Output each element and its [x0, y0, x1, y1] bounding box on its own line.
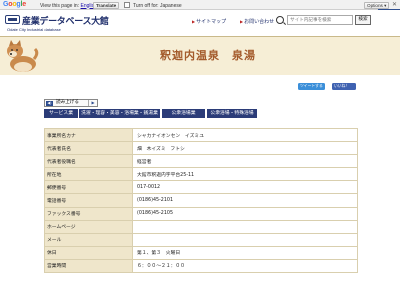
- table-row: 郵便番号 017-0012: [44, 180, 358, 195]
- page-banner: 釈迦内温泉 泉湯: [0, 37, 400, 75]
- speaker-icon: ◀): [46, 101, 53, 106]
- table-row: 電話番号 (0186)45-2101: [44, 193, 358, 208]
- sitemap-label: サイトマップ: [196, 19, 227, 25]
- row-value: 第１、第３ 火曜日: [132, 245, 358, 260]
- row-value[interactable]: [132, 232, 358, 247]
- table-row: メール: [44, 232, 358, 247]
- search-button[interactable]: 検索: [355, 15, 371, 25]
- row-value: 017-0012: [132, 180, 358, 195]
- table-row: 代表者氏名畑 木イズミ フトシ: [44, 141, 358, 156]
- site-logo-subtitle: Odate City Industrial database: [7, 27, 61, 32]
- contact-link[interactable]: ▶お問い合わせ: [240, 18, 274, 25]
- table-row: ファックス番号 (0186)45-2105: [44, 206, 358, 221]
- row-value: 畑 木イズミ フトシ: [132, 141, 358, 156]
- row-label: ファックス番号: [44, 206, 133, 221]
- category-tag[interactable]: 公衆浴場業: [162, 109, 205, 118]
- google-logo: Google: [3, 1, 26, 8]
- row-label: 所在地: [44, 167, 133, 182]
- read-aloud-widget[interactable]: ◀) 読み上げる ▶: [44, 99, 98, 107]
- contact-label: お問い合わせ: [244, 19, 275, 25]
- options-button[interactable]: Options ▾: [364, 1, 390, 9]
- row-label: 休日: [44, 245, 133, 260]
- facebook-like-button[interactable]: いいね！: [332, 83, 356, 90]
- row-label: 事業所名カナ: [44, 127, 133, 143]
- row-value: 経営者: [132, 154, 358, 169]
- search-input[interactable]: [287, 15, 353, 25]
- turn-off-checkbox[interactable]: [124, 1, 130, 8]
- site-header: 産業データベース大館 Odate City Industrial databas…: [0, 10, 400, 37]
- row-value: シャカナイオンセン イズミユ: [132, 127, 358, 143]
- row-label: 代表者役職名: [44, 154, 133, 169]
- row-label: 電話番号: [44, 193, 133, 208]
- row-value: (0186)45-2101: [132, 193, 358, 208]
- table-row: 代表者役職名 経営者: [44, 154, 358, 169]
- table-row: ホームページ: [44, 219, 358, 234]
- row-value[interactable]: [132, 219, 358, 234]
- row-label: 代表者氏名: [44, 141, 133, 156]
- arrow-right-icon: ▶: [192, 19, 196, 24]
- turn-off-label: Turn off for: Japanese: [133, 2, 182, 9]
- table-row: 所在地 大館市釈迦内字平台25-11: [44, 167, 358, 182]
- play-icon[interactable]: ▶: [88, 100, 97, 106]
- business-info-table: 事業所名カナ シャカナイオンセン イズミユ 代表者氏名畑 木イズミ フトシ 代表者…: [44, 127, 358, 274]
- table-row: 営業時間 ６：００～２１：００: [44, 258, 358, 274]
- row-label: メール: [44, 232, 133, 247]
- translate-view-text: View this page in: English ▾: [40, 3, 101, 9]
- category-tag[interactable]: サービス業: [44, 109, 78, 118]
- row-label: ホームページ: [44, 219, 133, 234]
- table-row: 休日 第１、第３ 火曜日: [44, 245, 358, 260]
- sitemap-link[interactable]: ▶サイトマップ: [192, 18, 226, 25]
- search-icon: [276, 16, 284, 24]
- translate-button[interactable]: Translate: [93, 1, 120, 9]
- translate-bar: Google View this page in: English ▾ Tran…: [0, 0, 400, 12]
- table-row: 事業所名カナ シャカナイオンセン イズミユ: [44, 127, 358, 143]
- category-tag[interactable]: 公衆浴場・特殊浴場: [207, 109, 257, 118]
- logo-icon[interactable]: [5, 15, 20, 24]
- arrow-right-icon: ▶: [240, 19, 244, 24]
- site-logo-text[interactable]: 産業データベース大館: [22, 14, 109, 27]
- category-tag[interactable]: 洗濯・理容・美容・浴場業・銭湯業: [79, 109, 160, 118]
- page-title: 釈迦内温泉 泉湯: [160, 49, 256, 62]
- row-label: 郵便番号: [44, 180, 133, 195]
- view-text: View this page in:: [40, 2, 80, 9]
- row-value: (0186)45-2105: [132, 206, 358, 221]
- row-value: 大館市釈迦内字平台25-11: [132, 167, 358, 182]
- close-icon[interactable]: ✕: [392, 1, 397, 8]
- read-aloud-label: 読み上げる: [56, 100, 79, 105]
- tweet-button[interactable]: ツイートする: [298, 83, 325, 90]
- row-label: 営業時間: [44, 258, 133, 274]
- row-value: ６：００～２１：００: [132, 258, 358, 274]
